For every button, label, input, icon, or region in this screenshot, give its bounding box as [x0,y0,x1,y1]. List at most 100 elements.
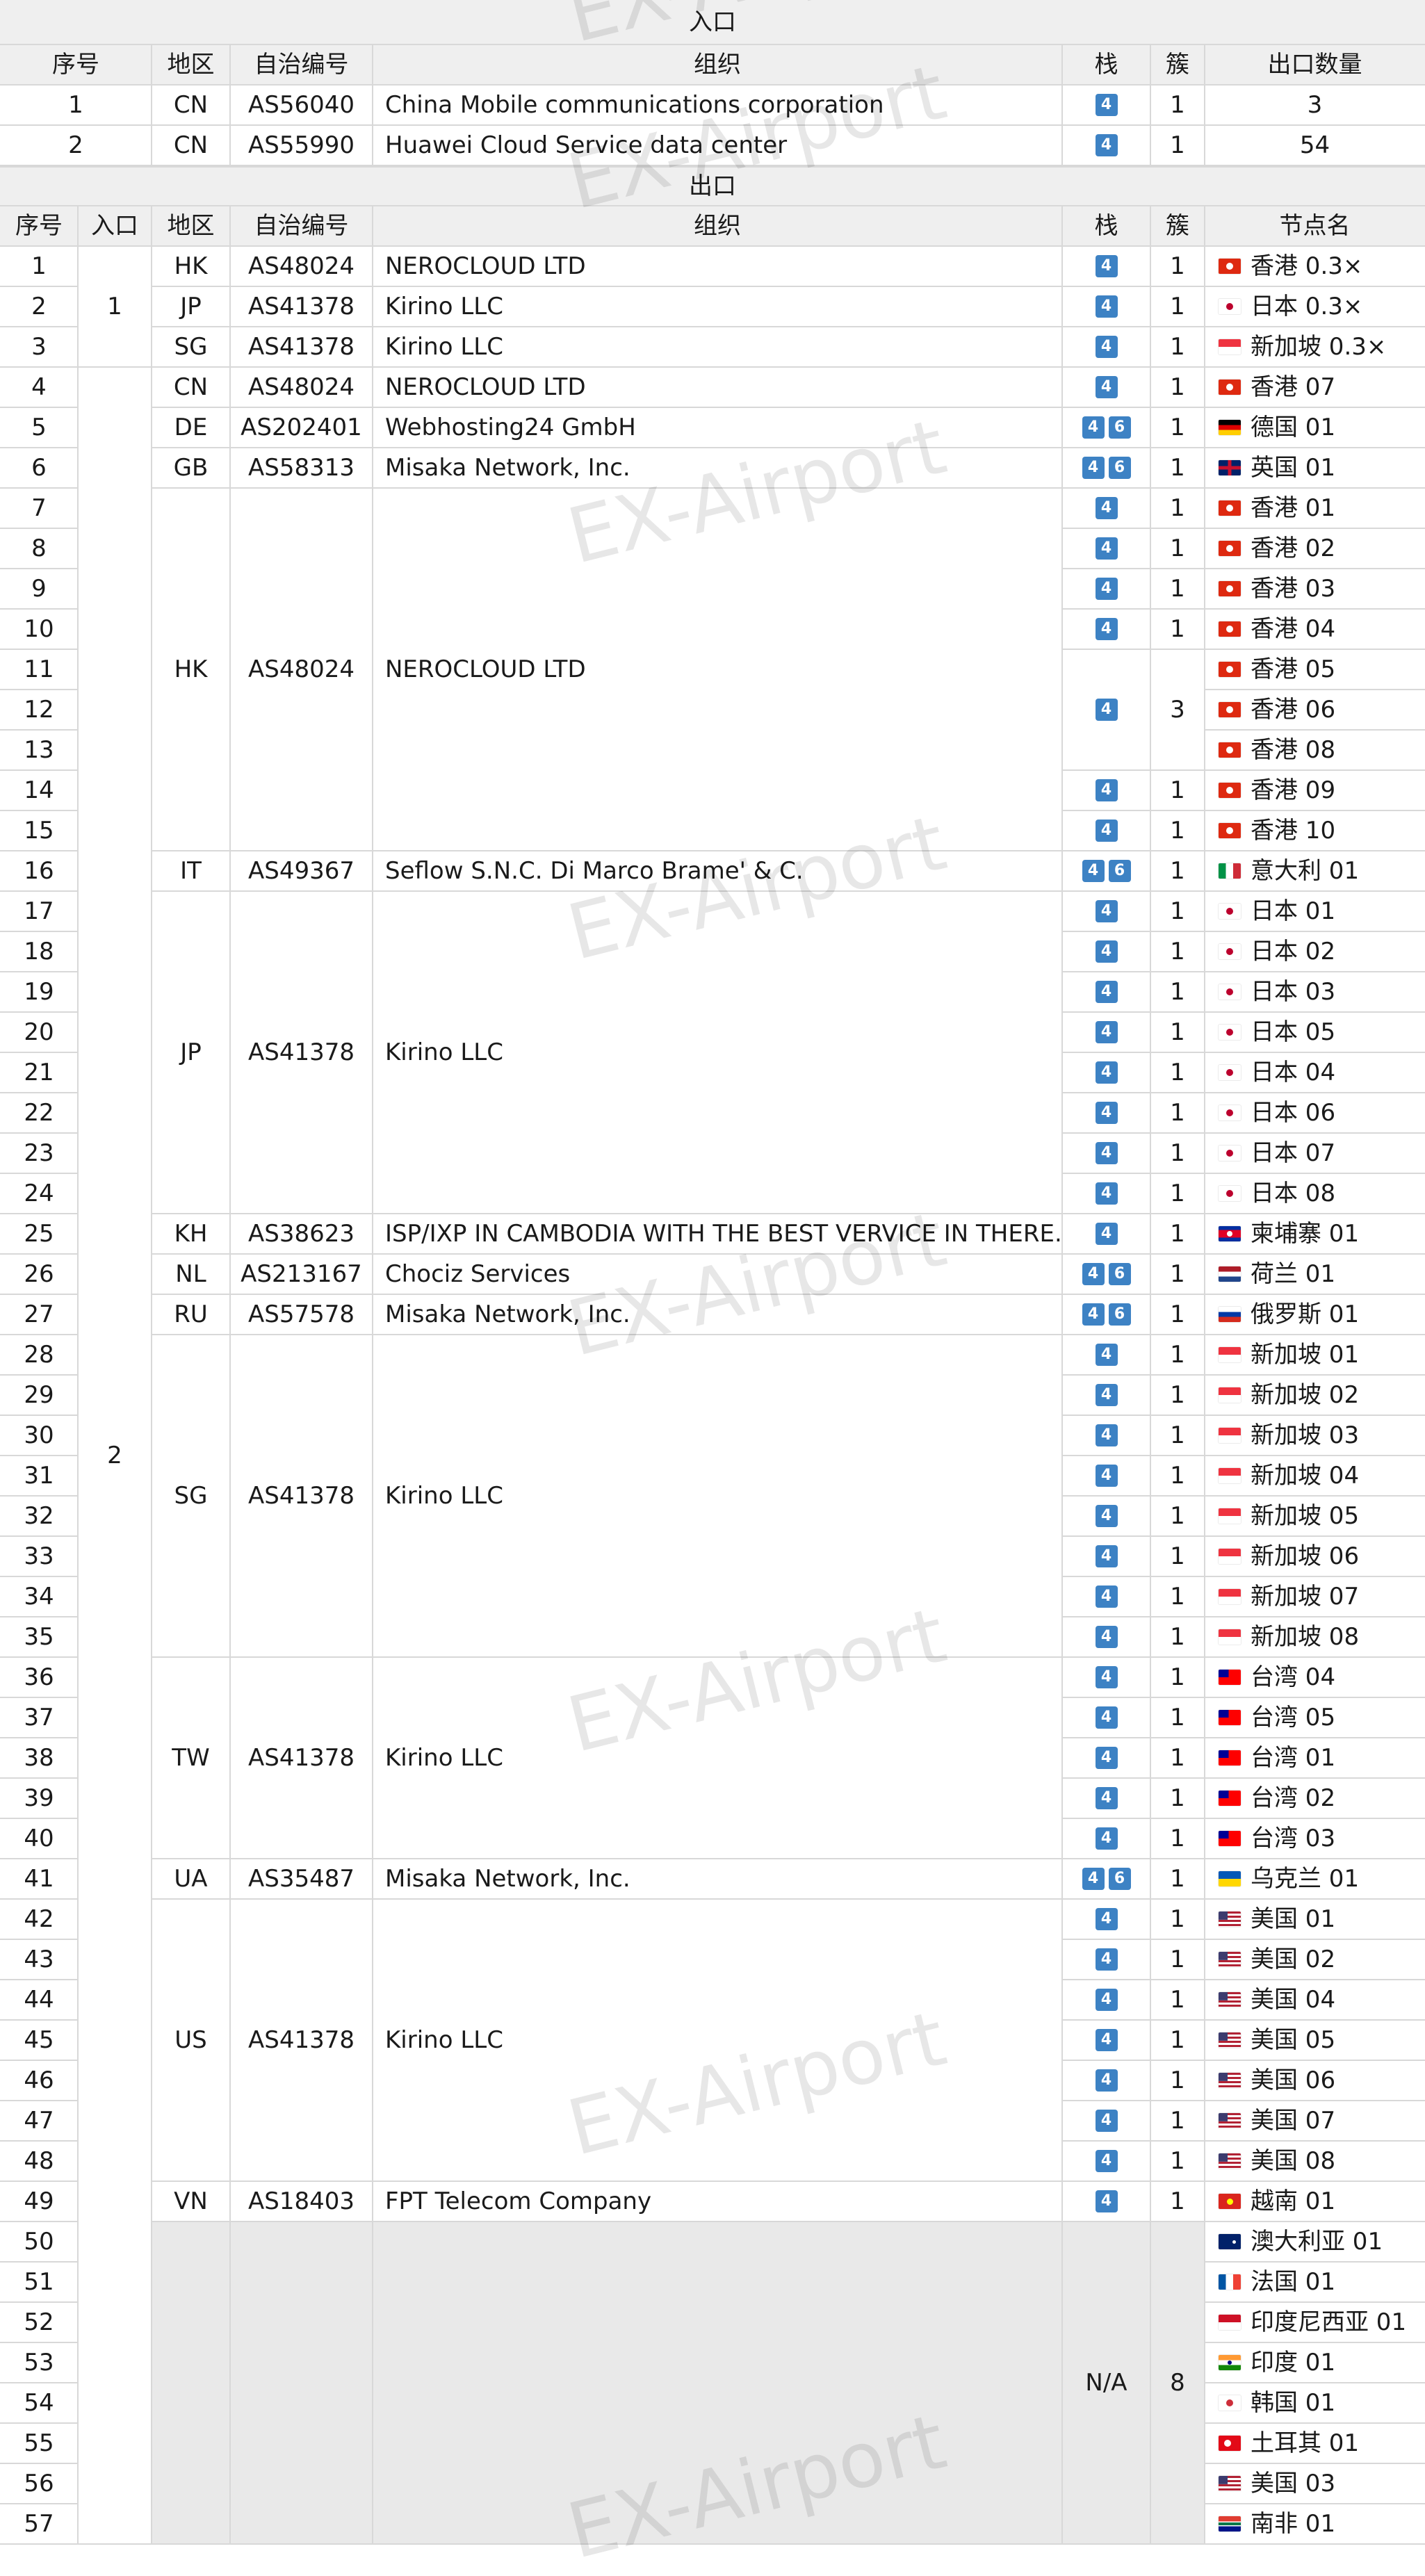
stack-cell: 4 [1062,1093,1150,1133]
flag-za-icon [1219,2516,1241,2532]
region-cell: HK [174,655,208,683]
ipv4-badge: 4 [1095,1706,1118,1729]
flag-tw-icon [1219,1791,1241,1806]
cluster-cell: 1 [1170,1946,1185,1973]
node-name-cell: 乌克兰 01 [1205,1859,1425,1899]
flag-hk-icon [1219,783,1241,798]
stack-cell: 4 [1062,1738,1150,1778]
node-name: 日本 0.3× [1251,293,1363,320]
node-name-cell: 日本 02 [1205,931,1425,972]
node-name: 香港 06 [1251,696,1336,724]
org-cell [373,2222,1062,2544]
stack-cell: 4 [1062,1496,1150,1536]
flag-jp-icon [1219,944,1241,959]
ipv4-badge: 4 [1095,134,1118,156]
node-name: 俄罗斯 01 [1251,1301,1360,1328]
grid-line [78,2543,152,2545]
cluster-cell: 1 [1170,575,1185,603]
outbound-row-no: 12 [24,696,54,724]
outbound-row-no: 29 [24,1381,54,1409]
node-name: 日本 06 [1251,1099,1336,1127]
inbound-row-stack: 4 [1062,85,1150,125]
flag-jp-icon [1219,1186,1241,1201]
node-name-cell: 美国 07 [1205,2101,1425,2141]
node-name: 美国 02 [1251,1946,1336,1973]
grid-line [151,44,152,165]
node-name: 香港 09 [1251,776,1336,804]
node-name-cell: 意大利 01 [1205,851,1425,891]
region-cell: JP [180,293,202,320]
ipv4-badge: 4 [1095,376,1118,398]
cluster-cell: 1 [1170,414,1185,441]
inbound-row-no: 1 [68,91,83,119]
stack-cell: 4 [1062,2101,1150,2141]
stack-cell: 4 [1062,1173,1150,1214]
ipv4-badge: 4 [1095,1827,1118,1850]
outbound-row-no: 16 [24,857,54,885]
flag-us-icon [1219,2073,1241,2088]
flag-us-icon [1219,1952,1241,1967]
node-name: 台湾 04 [1251,1663,1336,1691]
stack-cell: 4 [1062,770,1150,810]
asn-cell: AS49367 [248,857,355,885]
stack-na: N/A [1085,2369,1127,2397]
node-name-cell: 新加坡 06 [1205,1536,1425,1576]
asn-cell: AS41378 [248,1038,355,1066]
stack-cell: 4 [1062,1899,1150,1939]
flag-hk-icon [1219,662,1241,677]
entry-cell: 1 [107,293,122,320]
ipv4-badge: 4 [1095,1626,1118,1648]
flag-hk-icon [1219,702,1241,717]
org-cell: NEROCLOUD LTD [385,252,586,280]
flag-gb-icon [1219,460,1241,475]
outbound-row-no: 26 [24,1260,54,1288]
outbound-header-0: 序号 [15,212,63,240]
asn-cell: AS48024 [248,655,355,683]
region-cell: IT [180,857,202,885]
ipv4-badge: 4 [1095,1061,1118,1084]
node-name: 新加坡 08 [1251,1623,1360,1651]
node-name: 日本 07 [1251,1139,1336,1167]
ipv4-badge: 4 [1095,1182,1118,1205]
node-name-cell: 日本 05 [1205,1012,1425,1052]
ipv4-badge: 4 [1095,1465,1118,1487]
org-cell: NEROCLOUD LTD [385,655,586,683]
flag-sg-icon [1219,1589,1241,1604]
cluster-cell: 1 [1170,1180,1185,1207]
node-name-cell: 日本 03 [1205,972,1425,1012]
outbound-row-no: 15 [24,817,54,845]
grid-line [1062,2543,1205,2545]
cluster-cell: 1 [1170,1663,1185,1691]
cluster-cell: 1 [1170,1381,1185,1409]
stack-cell: 4 [1062,246,1150,286]
inbound-header-5: 簇 [1166,51,1189,79]
ipv4-badge: 4 [1095,1424,1118,1446]
ipv4-badge: 4 [1082,416,1105,439]
ipv4-badge: 4 [1095,699,1118,721]
outbound-row-no: 3 [31,333,47,361]
inbound-row-count: 3 [1307,91,1323,119]
node-name: 香港 02 [1251,535,1336,562]
ipv4-badge: 4 [1095,578,1118,600]
grid-line [0,84,1425,85]
node-name-cell: 英国 01 [1205,448,1425,488]
cluster-cell: 1 [1170,373,1185,401]
ipv4-badge: 4 [1095,1021,1118,1043]
grid-line [229,206,231,2544]
node-name: 韩国 01 [1251,2389,1336,2417]
node-name-cell: 香港 06 [1205,690,1425,730]
outbound-header-7: 节点名 [1279,212,1351,240]
flag-hk-icon [1219,742,1241,758]
flag-jp-icon [1219,299,1241,314]
ipv4-badge: 4 [1095,2190,1118,2212]
stack-cell: 4 [1062,1335,1150,1375]
node-name-cell: 新加坡 08 [1205,1617,1425,1657]
stack-cell: 4 [1062,972,1150,1012]
region-cell: UA [174,1865,208,1893]
ipv4-badge: 4 [1095,1787,1118,1809]
stack-cell: 4 [1062,2060,1150,2101]
node-name-cell: 日本 08 [1205,1173,1425,1214]
stack-cell: 4 [1062,528,1150,569]
node-name-cell: 韩国 01 [1205,2383,1425,2423]
grid-line [77,206,79,2544]
